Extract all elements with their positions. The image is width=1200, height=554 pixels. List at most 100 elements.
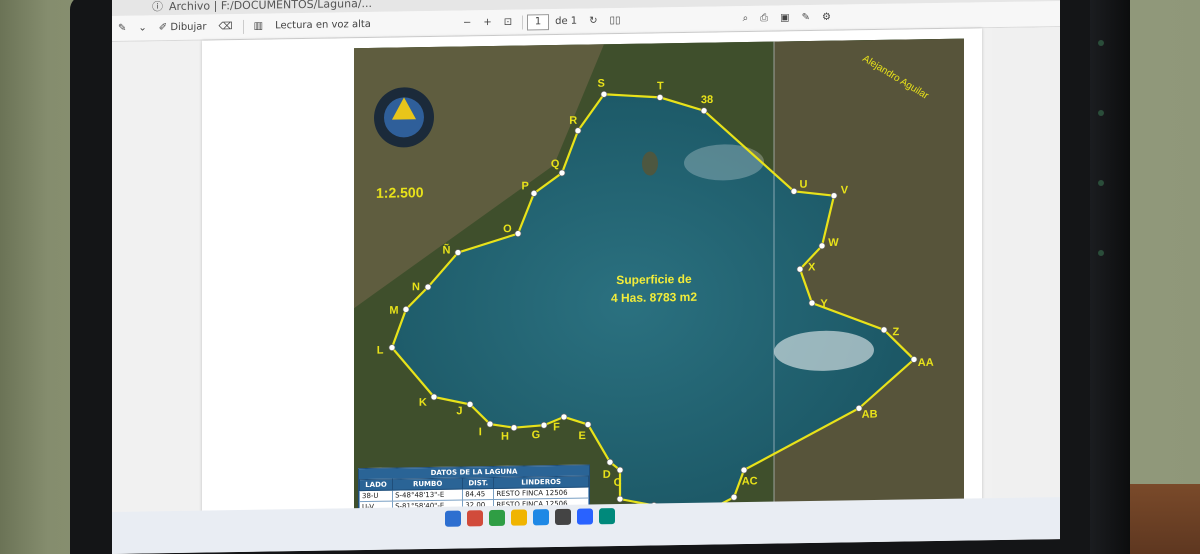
document-area: ST38UVWXYZAAABACAD48ABCDEFGHIJKLMNÑOPQR … (112, 27, 1060, 521)
monitor-button[interactable] (1098, 110, 1104, 116)
map-scale: 1:2.500 (376, 184, 424, 201)
edit-icon[interactable]: ✎ (796, 7, 816, 27)
taskbar-app-icon[interactable] (599, 508, 615, 525)
monitor-button[interactable] (1098, 40, 1104, 46)
column-header: DIST. (462, 477, 494, 489)
boundary-vertex-marker (616, 466, 624, 474)
vertex-label: S (598, 78, 605, 90)
right-panel (992, 27, 1060, 499)
pen-icon: ✐ (158, 22, 171, 34)
boundary-vertex-marker (530, 190, 538, 197)
boundary-vertex-marker (830, 192, 838, 199)
table-cell: 84,45 (462, 488, 494, 500)
boundary-vertex-marker (790, 187, 798, 195)
chevron-down-icon[interactable]: ⌄ (132, 18, 152, 38)
boundary-vertex-marker (740, 466, 748, 474)
boundary-vertex-marker (796, 265, 804, 273)
info-icon[interactable]: ⓘ (152, 0, 163, 14)
boundary-vertex-marker (606, 458, 614, 466)
vertex-label: AA (918, 357, 934, 369)
vertex-label: L (377, 345, 384, 357)
boundary-vertex-marker (514, 230, 522, 237)
boundary-vertex-marker (700, 107, 708, 115)
vertex-label: AB (862, 409, 878, 421)
settings-icon[interactable]: ⚙ (816, 7, 837, 27)
vertex-label: W (828, 237, 839, 249)
table-cell: 38-U (359, 490, 393, 502)
boundary-vertex-marker (486, 420, 494, 428)
vertex-label: C (614, 477, 622, 489)
vertex-label: X (808, 261, 816, 273)
folder-icon[interactable] (511, 509, 527, 526)
toolbar-divider (242, 19, 244, 34)
taskbar-app-icon[interactable] (467, 510, 483, 527)
boundary-vertex-marker (430, 393, 438, 401)
boundary-vertex-marker (616, 495, 624, 503)
taskbar-app-icon[interactable] (489, 509, 505, 527)
vertex-label: 38 (701, 94, 713, 106)
boundary-vertex-marker (454, 249, 462, 256)
vertex-label: F (553, 421, 560, 433)
boundary-vertex-marker (880, 326, 888, 334)
read-aloud-button[interactable]: Lectura en voz alta (269, 14, 377, 36)
boundary-vertex-marker (424, 283, 432, 291)
boundary-vertex-marker (560, 413, 568, 421)
vertex-label: R (569, 115, 577, 127)
lagoon-map-svg: ST38UVWXYZAAABACAD48ABCDEFGHIJKLMNÑOPQR … (354, 38, 964, 519)
vertex-label: I (479, 426, 482, 438)
vertex-label: D (603, 469, 611, 481)
vertex-label: T (657, 80, 664, 92)
vertex-label: G (532, 429, 541, 441)
vertex-label: E (579, 430, 586, 442)
rotate-icon[interactable]: ↻ (583, 11, 603, 31)
lagoon-map: ST38UVWXYZAAABACAD48ABCDEFGHIJKLMNÑOPQR … (354, 38, 964, 519)
boundary-vertex-marker (730, 493, 738, 501)
boundary-vertex-marker (558, 169, 566, 177)
vertex-label: Q (551, 158, 560, 170)
boundary-vertex-marker (818, 242, 826, 250)
tab-title: Archivo | F:/DOCUMENTOS/Laguna/... (169, 0, 373, 13)
boundary-vertex-marker (584, 421, 592, 428)
monitor-side (1090, 0, 1130, 554)
zoom-in-button[interactable]: + (477, 12, 497, 32)
boundary-vertex-marker (466, 401, 474, 408)
vertex-label: N (412, 281, 420, 293)
monitor-button[interactable] (1098, 180, 1104, 186)
page-total: de 1 (555, 15, 578, 28)
vertex-label: Z (893, 326, 900, 338)
zoom-out-button[interactable]: − (457, 13, 477, 33)
vertex-label: V (841, 184, 849, 196)
vertex-label: O (503, 223, 512, 235)
draw-button[interactable]: ✐ Dibujar (153, 17, 213, 38)
save-icon[interactable]: ▣ (774, 8, 795, 28)
print-icon[interactable]: ⎙ (754, 8, 774, 28)
eraser-icon[interactable]: ⌫ (213, 17, 239, 37)
highlight-icon[interactable]: ✎ (112, 18, 132, 38)
vertex-label: AC (742, 475, 758, 487)
vertex-label: P (522, 180, 529, 192)
two-page-icon[interactable]: ▯▯ (604, 10, 627, 30)
boundary-vertex-marker (910, 356, 918, 363)
search-icon[interactable]: ⌕ (737, 8, 755, 28)
boundary-vertex-marker (540, 421, 548, 429)
browser-icon[interactable] (533, 509, 549, 526)
boundary-vertex-marker (600, 90, 608, 98)
vertex-label: K (419, 397, 427, 409)
monitor-button[interactable] (1098, 250, 1104, 256)
vertex-label: Y (820, 298, 828, 310)
taskbar-app-icon[interactable] (555, 508, 571, 526)
vertex-label: J (456, 405, 462, 417)
monitor-screen: ⓘ Archivo | F:/DOCUMENTOS/Laguna/... ✎ ⌄… (112, 0, 1060, 554)
boundary-vertex-marker (402, 306, 410, 313)
fit-page-icon[interactable]: ⊡ (498, 12, 518, 32)
boundary-vertex-marker (574, 127, 582, 134)
surface-label-line1: Superficie de (616, 272, 692, 287)
boundary-vertex-marker (656, 94, 664, 101)
reading-view-icon[interactable]: ▥ (248, 16, 269, 36)
page-number-input[interactable]: 1 (527, 13, 550, 30)
vertex-label: H (501, 431, 509, 443)
taskbar-app-icon[interactable] (577, 508, 593, 525)
windows-start-icon[interactable] (445, 510, 461, 527)
column-header: LADO (359, 479, 393, 491)
vertex-label: M (389, 305, 398, 317)
